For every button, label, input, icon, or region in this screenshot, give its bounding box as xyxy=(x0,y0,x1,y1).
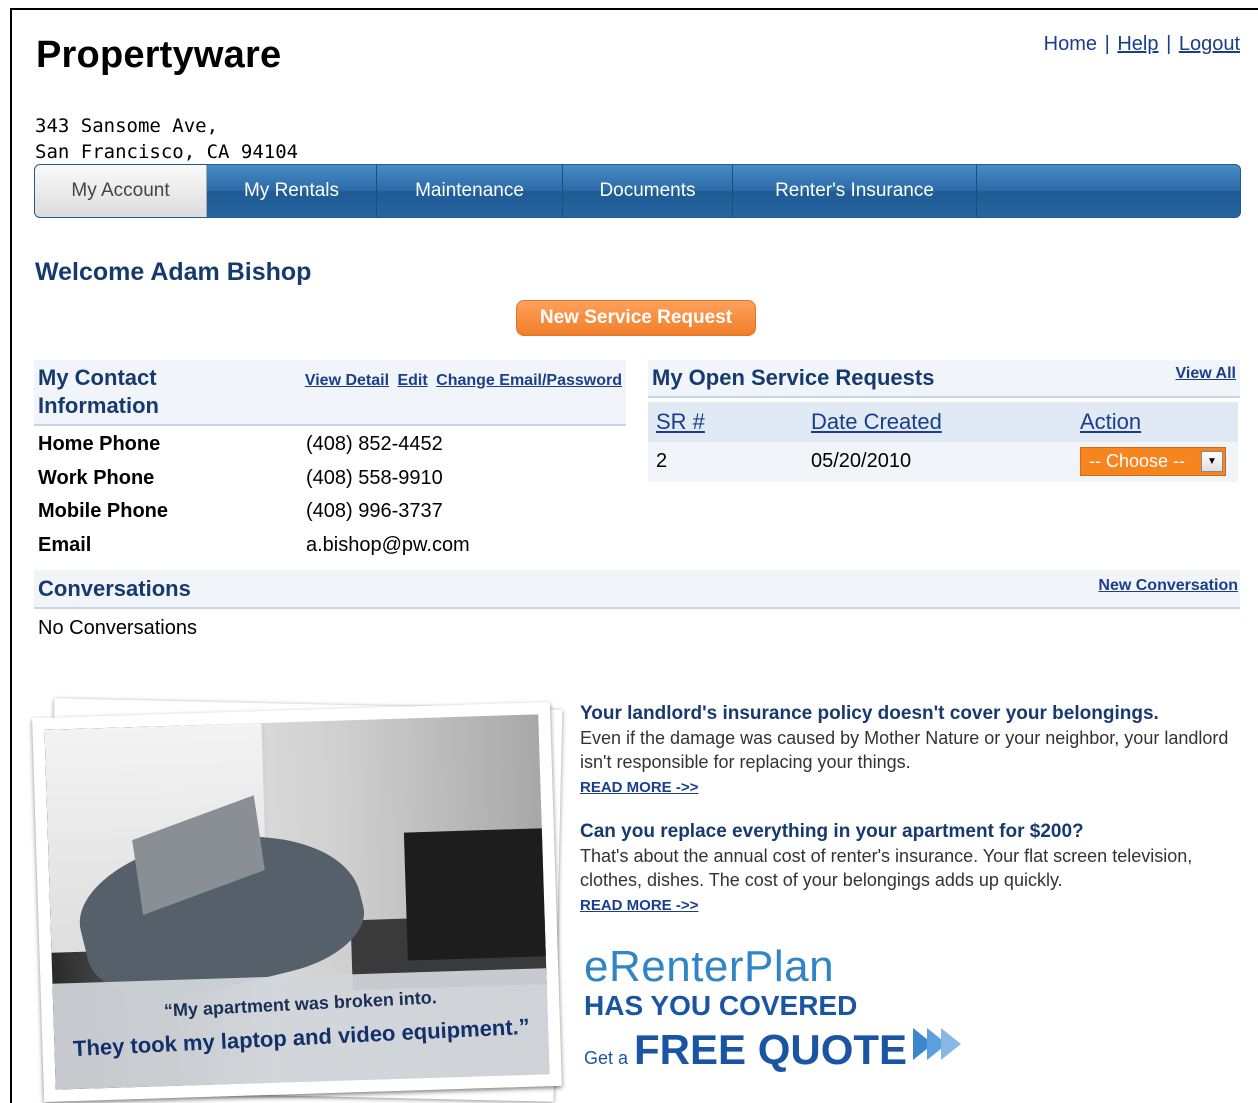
erenterplan-tagline: HAS YOU COVERED xyxy=(584,990,858,1021)
new-conversation-link[interactable]: New Conversation xyxy=(1098,577,1238,595)
ad-photo[interactable]: “My apartment was broken into. They took… xyxy=(32,701,562,1103)
erenterplan-name: eRenterPlan xyxy=(584,942,835,991)
ad-heading-1: Your landlord's insurance policy doesn't… xyxy=(580,703,1159,724)
contact-value: (408) 558-9910 xyxy=(306,466,443,489)
contact-row: Home Phone (408) 852-4452 xyxy=(38,428,470,462)
photo-caption: “My apartment was broken into. They took… xyxy=(52,968,550,1090)
chevron-down-icon[interactable]: ▼ xyxy=(1201,451,1223,472)
change-email-password-link[interactable]: Change Email/Password xyxy=(436,372,622,389)
top-links: Home | Help | Logout xyxy=(1044,33,1240,56)
property-address: 343 Sansome Ave, San Francisco, CA 94104 xyxy=(35,113,298,165)
conversations-header: Conversations New Conversation xyxy=(34,570,1240,609)
get-a-text: Get a xyxy=(584,1048,629,1068)
contact-value: a.bishop@pw.com xyxy=(306,533,470,556)
free-quote-text: FREE QUOTE xyxy=(634,1026,908,1073)
home-link[interactable]: Home xyxy=(1044,33,1097,55)
new-service-request-button[interactable]: New Service Request xyxy=(516,300,756,336)
tab-renters-insurance[interactable]: Renter's Insurance xyxy=(733,165,977,217)
contact-panel-title: My Contact Information xyxy=(38,365,159,418)
column-sr-number[interactable]: SR # xyxy=(656,409,705,435)
erenterplan-logo[interactable]: eRenterPlan HAS YOU COVERED Get a FREE Q… xyxy=(584,942,962,1073)
free-quote-link[interactable]: Get a FREE QUOTE xyxy=(584,1026,962,1073)
service-requests-title: My Open Service Requests xyxy=(652,365,935,390)
column-date-created[interactable]: Date Created xyxy=(811,409,942,435)
read-more-link-1[interactable]: READ MORE ->> xyxy=(580,776,698,800)
sr-number-cell: 2 xyxy=(656,450,668,472)
separator: | xyxy=(1104,33,1110,55)
conversations-title: Conversations xyxy=(38,576,191,601)
contact-label: Email xyxy=(38,533,92,556)
logout-link[interactable]: Logout xyxy=(1179,33,1240,55)
view-detail-link[interactable]: View Detail xyxy=(305,372,389,389)
date-created-cell: 05/20/2010 xyxy=(811,450,912,472)
ad-text-1: Even if the damage was caused by Mother … xyxy=(580,728,1229,772)
brand-logo: Propertyware xyxy=(36,34,282,76)
tab-documents[interactable]: Documents xyxy=(563,165,733,217)
action-select-value: -- Choose -- xyxy=(1089,451,1186,471)
contact-label: Home Phone xyxy=(38,433,161,456)
contact-row: Email a.bishop@pw.com xyxy=(38,529,470,563)
contact-links: View Detail Edit Change Email/Password xyxy=(301,372,622,390)
contact-panel-header: My Contact Information View Detail Edit … xyxy=(34,360,626,426)
ad-heading-2: Can you replace everything in your apart… xyxy=(580,821,1084,842)
contact-label: Mobile Phone xyxy=(38,500,168,523)
chevron-right-icon xyxy=(913,1028,962,1060)
contact-row: Mobile Phone (408) 996-3737 xyxy=(38,495,470,529)
contact-value: (408) 996-3737 xyxy=(306,500,443,523)
service-requests-column-header: SR # Date Created Action xyxy=(648,402,1238,442)
address-line-1: 343 Sansome Ave, xyxy=(35,115,219,137)
address-line-2: San Francisco, CA 94104 xyxy=(35,141,299,163)
contact-row: Work Phone (408) 558-9910 xyxy=(38,462,470,496)
welcome-heading: Welcome Adam Bishop xyxy=(35,258,312,286)
edit-link[interactable]: Edit xyxy=(397,372,427,389)
read-more-link-2[interactable]: READ MORE ->> xyxy=(580,894,698,918)
photo-tv xyxy=(403,828,548,961)
contact-value: (408) 852-4452 xyxy=(306,433,443,456)
view-all-link[interactable]: View All xyxy=(1176,365,1236,383)
main-nav: My Account My Rentals Maintenance Docume… xyxy=(34,164,1241,218)
action-select[interactable]: -- Choose -- ▼ xyxy=(1080,447,1226,476)
tab-my-account[interactable]: My Account xyxy=(35,165,207,217)
ad-photo-image: “My apartment was broken into. They took… xyxy=(44,714,550,1090)
contact-label: Work Phone xyxy=(38,466,155,489)
table-row: 2 05/20/2010 -- Choose -- ▼ xyxy=(648,442,1238,482)
tab-maintenance[interactable]: Maintenance xyxy=(377,165,563,217)
tab-my-rentals[interactable]: My Rentals xyxy=(207,165,377,217)
ad-text-2: That's about the annual cost of renter's… xyxy=(580,846,1193,890)
column-action[interactable]: Action xyxy=(1080,409,1141,435)
insurance-ad-text: Your landlord's insurance policy doesn't… xyxy=(580,702,1240,938)
service-requests-header: My Open Service Requests View All xyxy=(648,360,1240,398)
help-link[interactable]: Help xyxy=(1117,33,1158,55)
contact-details: Home Phone (408) 852-4452 Work Phone (40… xyxy=(38,428,470,562)
separator: | xyxy=(1166,33,1172,55)
no-conversations-text: No Conversations xyxy=(38,617,197,639)
